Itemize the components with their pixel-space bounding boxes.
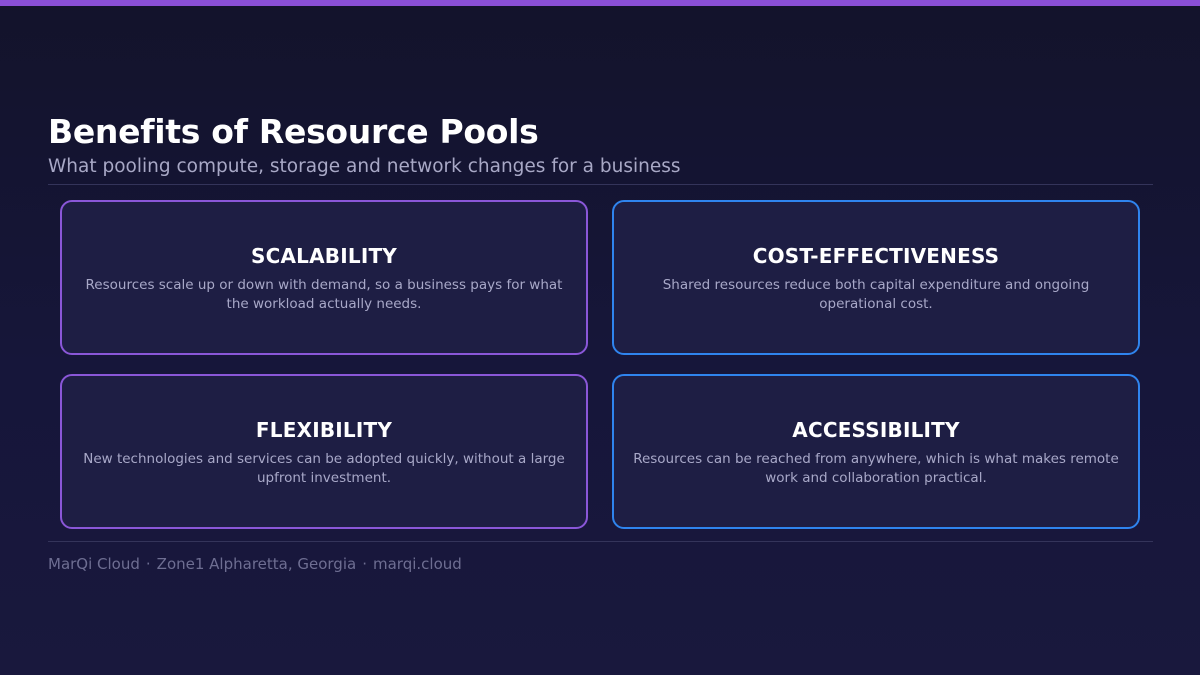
benefit-card-cost-effectiveness: COST-EFFECTIVENESS Shared resources redu…: [612, 200, 1140, 355]
footer-location: Zone1 Alpharetta, Georgia: [156, 555, 357, 573]
footer-separator: ·: [362, 555, 367, 573]
slide-subtitle: What pooling compute, storage and networ…: [48, 156, 681, 177]
card-body: Resources can be reached from anywhere, …: [633, 451, 1119, 486]
slide-title: Benefits of Resource Pools: [48, 112, 539, 151]
card-body: New technologies and services can be ado…: [83, 451, 565, 486]
card-title: ACCESSIBILITY: [792, 418, 960, 442]
header-divider: [48, 184, 1153, 185]
footer-separator: ·: [145, 555, 151, 573]
footer: MarQi Cloud · Zone1 Alpharetta, Georgia · ma…: [48, 554, 462, 574]
benefit-card-scalability: SCALABILITY Resources scale up or down w…: [60, 200, 588, 355]
benefit-card-accessibility: ACCESSIBILITY Resources can be reached f…: [612, 374, 1140, 529]
card-title: SCALABILITY: [251, 244, 397, 268]
top-accent-bar: [0, 0, 1200, 6]
footer-company: MarQi Cloud: [48, 555, 140, 573]
card-title: COST-EFFECTIVENESS: [752, 244, 1000, 268]
footer-website: marqi.cloud: [372, 555, 462, 573]
footer-divider: [48, 541, 1153, 542]
card-body: Resources scale up or down with demand, …: [85, 277, 563, 312]
card-body: Shared resources reduce both capital exp…: [662, 277, 1090, 312]
benefit-card-flexibility: FLEXIBILITY New technologies and service…: [60, 374, 588, 529]
card-title: FLEXIBILITY: [255, 418, 393, 442]
